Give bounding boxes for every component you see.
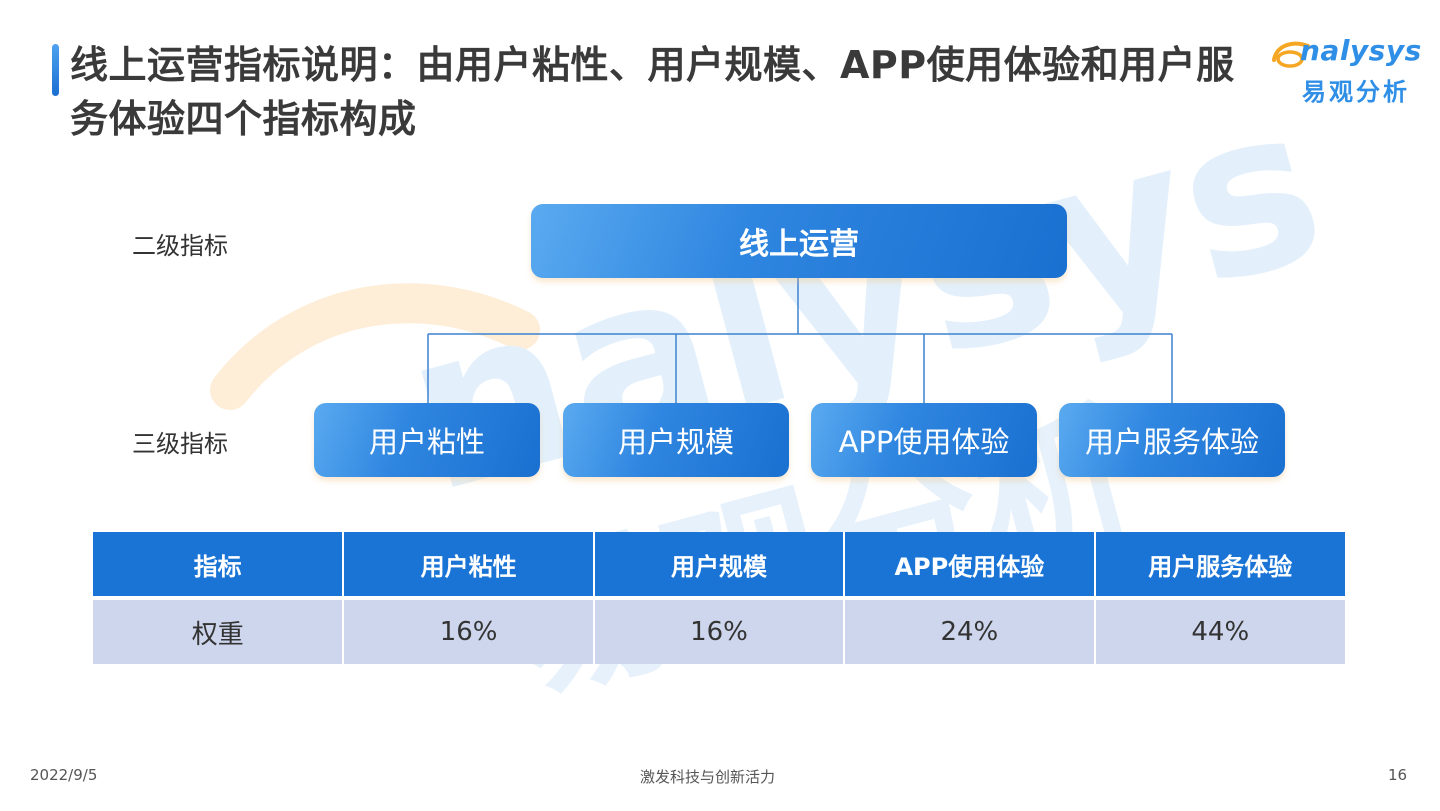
table-header-cell: 用户粘性 [342,532,595,600]
table-cell: 44% [1093,598,1345,664]
table-row: 权重 16% 16% 24% 44% [93,598,1345,664]
table-cell: 24% [843,598,1096,664]
footer-date: 2022/9/5 [30,766,98,784]
table-header-cell: 用户规模 [592,532,846,600]
level-label-secondary: 二级指标 [132,232,228,260]
page-title: 线上运营指标说明：由用户粘性、用户规模、APP使用体验和用户服务体验四个指标构成 [70,43,1235,141]
level-label-tertiary: 三级指标 [132,430,228,458]
analysys-logo: nalysys 易观分析 [1270,28,1422,108]
node-service-experience: 用户服务体验 [1059,403,1285,477]
node-user-stickiness: 用户粘性 [314,403,540,477]
node-app-experience: APP使用体验 [811,403,1037,477]
table-header-cell: APP使用体验 [843,532,1096,600]
logo-text-en: nalysys [1300,34,1422,67]
table-header-cell: 用户服务体验 [1093,532,1345,600]
weights-table: 指标 用户粘性 用户规模 APP使用体验 用户服务体验 权重 16% 16% 2… [93,532,1345,664]
table-header-row: 指标 用户粘性 用户规模 APP使用体验 用户服务体验 [93,532,1345,600]
table-cell: 16% [592,598,846,664]
logo-text-cn: 易观分析 [1302,78,1410,106]
table-cell: 权重 [93,598,345,664]
page-number: 16 [1388,766,1408,784]
table-cell: 16% [342,598,595,664]
footer-slogan: 激发科技与创新活力 [640,768,776,786]
title-accent-bar [52,44,59,96]
node-user-scale: 用户规模 [563,403,789,477]
table-header-cell: 指标 [93,532,345,600]
node-root: 线上运营 [531,204,1067,278]
